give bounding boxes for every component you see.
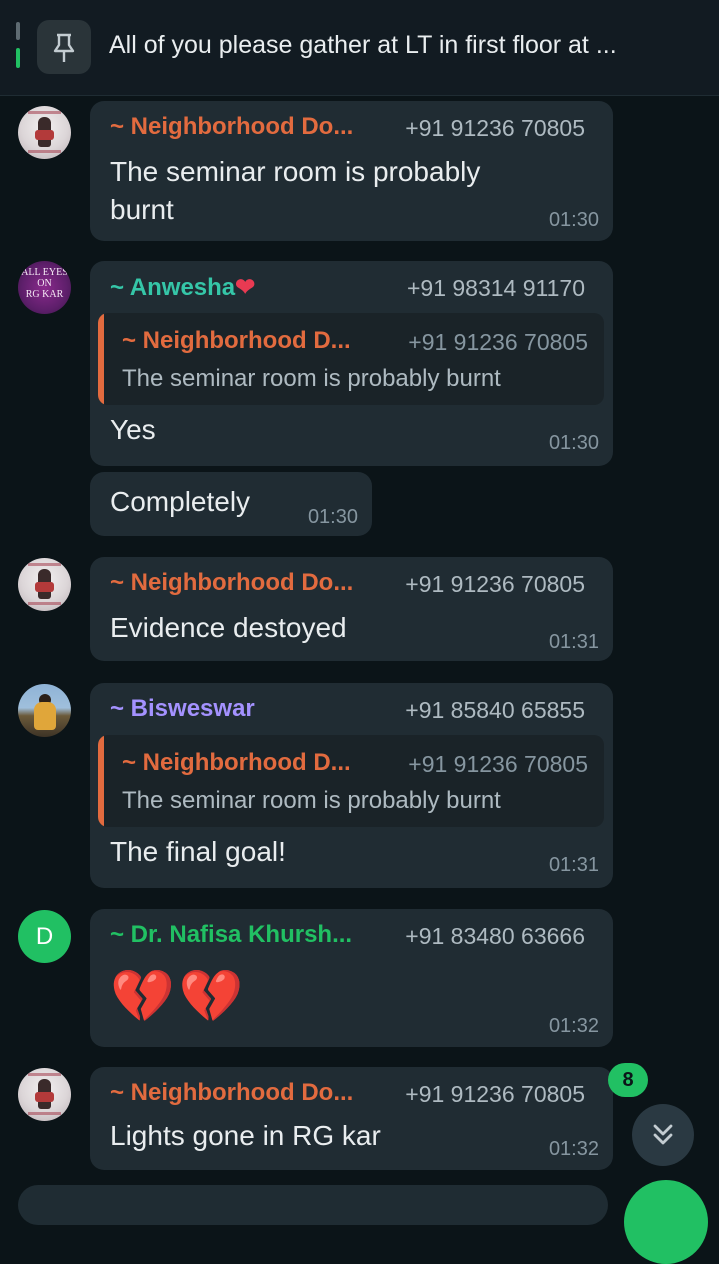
- sender-name[interactable]: ~ Neighborhood Do...: [110, 1079, 353, 1107]
- message-text: Completely: [110, 486, 251, 517]
- sender-name[interactable]: ~ Neighborhood Do...: [110, 113, 353, 141]
- sender-phone: +91 91236 70805: [405, 1081, 585, 1107]
- pinned-message-bar[interactable]: All of you please gather at LT in first …: [0, 0, 719, 96]
- avatar-text: ALL EYES ON RG KAR: [21, 267, 68, 300]
- message-time: 01:32: [548, 1138, 599, 1160]
- pin-icon[interactable]: [37, 20, 91, 74]
- quote-phone: +91 91236 70805: [408, 329, 588, 355]
- message-time: 01:31: [548, 631, 599, 653]
- sender-phone: +91 98314 91170: [406, 275, 585, 301]
- quote-bar: [98, 735, 104, 827]
- sender-name[interactable]: ~ Neighborhood Do...: [110, 569, 353, 597]
- avatar[interactable]: [18, 558, 71, 611]
- message-bubble[interactable]: ~ Anwesha❤ +91 98314 91170 ~ Neighborhoo…: [90, 261, 613, 466]
- message-text: The seminar room is probably burnt: [110, 156, 481, 225]
- quote-text: The seminar room is probably burnt: [122, 365, 501, 392]
- sender-phone: +91 83480 63666: [405, 923, 585, 949]
- sender-name[interactable]: ~ Bisweswar: [110, 695, 255, 723]
- message-time: 01:30: [548, 432, 599, 454]
- heart-emoji: ❤: [235, 274, 256, 301]
- unread-count-badge: 8: [608, 1063, 648, 1097]
- message-text: Evidence destoyed: [110, 612, 347, 643]
- broken-heart-emoji: 💔💔: [110, 968, 248, 1026]
- avatar[interactable]: [18, 1068, 71, 1121]
- message-text: Yes: [110, 414, 156, 445]
- pin-indicator-active: [16, 48, 20, 68]
- avatar[interactable]: [18, 106, 71, 159]
- avatar[interactable]: ALL EYES ON RG KAR: [18, 261, 71, 314]
- message-bubble[interactable]: ~ Neighborhood Do... +91 91236 70805 Lig…: [90, 1067, 613, 1170]
- quote-sender: ~ Neighborhood D...: [122, 749, 351, 776]
- chevrons-down-icon: [653, 1124, 673, 1145]
- message-bubble[interactable]: Completely 01:30: [90, 472, 372, 536]
- quote-sender: ~ Neighborhood D...: [122, 327, 351, 354]
- message-text: The final goal!: [110, 836, 286, 867]
- quoted-message[interactable]: ~ Neighborhood D... +91 91236 70805 The …: [98, 735, 604, 827]
- avatar[interactable]: [18, 684, 71, 737]
- message-bubble[interactable]: ~ Dr. Nafisa Khursh... +91 83480 63666 💔…: [90, 909, 613, 1047]
- pinned-message-text: All of you please gather at LT in first …: [109, 31, 617, 59]
- message-bubble[interactable]: ~ Bisweswar +91 85840 65855 ~ Neighborho…: [90, 683, 613, 888]
- message-time: 01:30: [548, 209, 599, 231]
- message-time: 01:30: [307, 506, 358, 528]
- avatar[interactable]: D: [18, 910, 71, 963]
- send-fab-button[interactable]: [624, 1180, 708, 1264]
- quote-text: The seminar room is probably burnt: [122, 787, 501, 814]
- sender-name-text: ~ Anwesha: [110, 274, 236, 301]
- scroll-to-bottom-button[interactable]: [632, 1104, 694, 1166]
- avatar-letter: D: [35, 923, 54, 950]
- sender-phone: +91 91236 70805: [405, 115, 585, 141]
- message-bubble[interactable]: ~ Neighborhood Do... +91 91236 70805 The…: [90, 101, 613, 241]
- quote-phone: +91 91236 70805: [408, 751, 588, 777]
- quoted-message[interactable]: ~ Neighborhood D... +91 91236 70805 The …: [98, 313, 604, 405]
- chat-area: ~ Neighborhood Do... +91 91236 70805 The…: [0, 96, 719, 1200]
- sender-phone: +91 91236 70805: [405, 571, 585, 597]
- sender-phone: +91 85840 65855: [405, 697, 585, 723]
- message-time: 01:32: [548, 1015, 599, 1037]
- message-bubble[interactable]: ~ Neighborhood Do... +91 91236 70805 Evi…: [90, 557, 613, 661]
- message-input-peek[interactable]: [18, 1185, 608, 1225]
- quote-bar: [98, 313, 104, 405]
- sender-name[interactable]: ~ Dr. Nafisa Khursh...: [110, 921, 352, 949]
- pin-indicator-inactive: [16, 22, 20, 40]
- message-time: 01:31: [548, 854, 599, 876]
- message-text: Lights gone in RG kar: [110, 1120, 381, 1151]
- sender-name[interactable]: ~ Anwesha❤: [110, 273, 255, 302]
